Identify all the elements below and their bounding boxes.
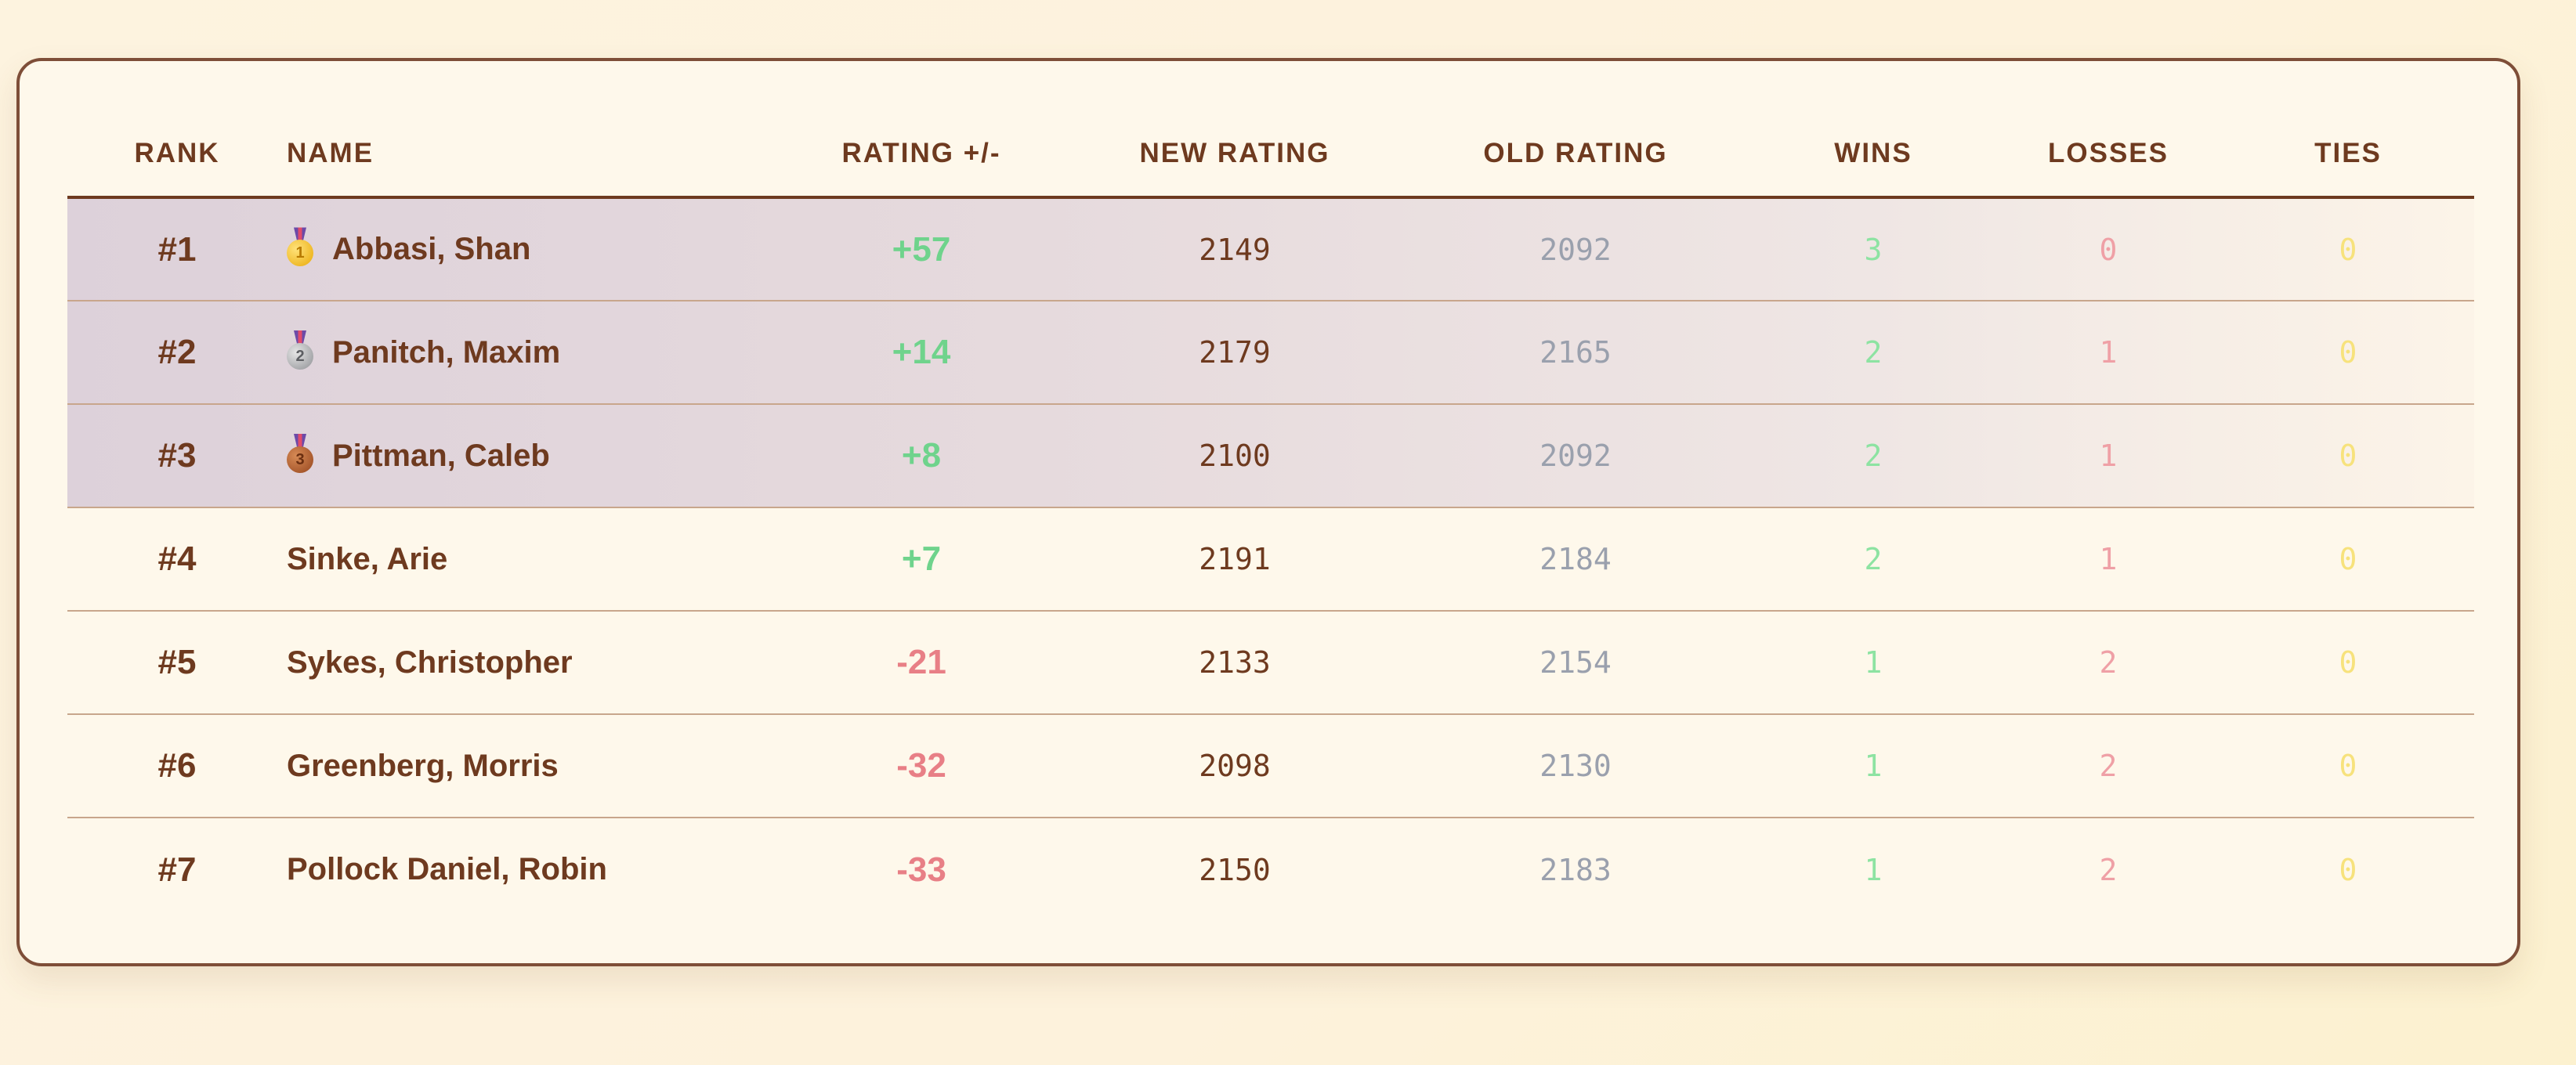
rank-cell: #1: [67, 197, 287, 301]
old-rating-cell: 2154: [1399, 611, 1752, 715]
leaderboard-table: RANK NAME RATING +/- NEW RATING OLD RATI…: [67, 61, 2474, 921]
ties-cell: 0: [2222, 404, 2474, 508]
player-name: Abbasi, Shan: [332, 232, 531, 266]
rank-cell: #3: [67, 404, 287, 508]
wins-cell: 2: [1752, 301, 1995, 405]
ties-cell: 0: [2222, 611, 2474, 715]
name-cell: Sykes, Christopher: [287, 611, 772, 715]
header-name[interactable]: NAME: [287, 61, 772, 199]
bronze-medal-icon: 3: [287, 433, 313, 473]
silver-medal-icon: 2: [287, 330, 313, 370]
wins-cell: 1: [1752, 714, 1995, 818]
leaderboard-card: RANK NAME RATING +/- NEW RATING OLD RATI…: [16, 58, 2520, 966]
name-cell: 2 Panitch, Maxim: [287, 301, 772, 405]
player-name: Pittman, Caleb: [332, 438, 550, 473]
header-rank[interactable]: RANK: [67, 61, 287, 199]
table-row[interactable]: #3 3 Pittman, Caleb +8 2100 2092 2 1 0: [67, 404, 2474, 508]
old-rating-cell: 2130: [1399, 714, 1752, 818]
rank-cell: #6: [67, 714, 287, 818]
rating-delta-cell: +14: [772, 301, 1070, 405]
new-rating-cell: 2098: [1070, 714, 1399, 818]
rank-cell: #7: [157, 850, 197, 889]
rating-delta-cell: +8: [772, 404, 1070, 508]
ties-cell: 0: [2222, 507, 2474, 612]
wins-cell: 1: [1864, 852, 1883, 887]
header-new-rating[interactable]: NEW RATING: [1070, 61, 1399, 199]
table-row[interactable]: #7 Pollock Daniel, Robin -33 2150 2183 1 2 0: [67, 818, 2474, 921]
player-name: Greenberg, Morris: [287, 748, 559, 783]
new-rating-cell: 2179: [1070, 301, 1399, 405]
new-rating-cell: 2191: [1070, 507, 1399, 612]
table-row[interactable]: #5 Sykes, Christopher -21 2133 2154 1 2 0: [67, 611, 2474, 715]
header-losses[interactable]: LOSSES: [1995, 61, 2222, 199]
losses-cell: 0: [1995, 197, 2222, 301]
header-rating-delta[interactable]: RATING +/-: [772, 61, 1070, 199]
new-rating-cell: 2149: [1070, 197, 1399, 301]
name-cell: 1 Abbasi, Shan: [287, 197, 772, 301]
old-rating-cell: 2165: [1399, 301, 1752, 405]
player-name: Panitch, Maxim: [332, 334, 561, 370]
header-wins[interactable]: WINS: [1752, 61, 1995, 199]
table-header-row: RANK NAME RATING +/- NEW RATING OLD RATI…: [67, 61, 2474, 199]
wins-cell: 1: [1752, 611, 1995, 715]
header-old-rating[interactable]: OLD RATING: [1399, 61, 1752, 199]
rank-cell: #2: [67, 301, 287, 405]
rating-delta-cell: -33: [896, 850, 946, 889]
new-rating-cell: 2150: [1199, 852, 1271, 887]
name-cell: 3 Pittman, Caleb: [287, 404, 772, 508]
losses-cell: 1: [1995, 507, 2222, 612]
name-cell: Sinke, Arie: [287, 507, 772, 612]
name-cell: Greenberg, Morris: [287, 714, 772, 818]
medal-disc: 3: [287, 446, 313, 473]
rating-delta-cell: +57: [772, 197, 1070, 301]
losses-cell: 1: [1995, 301, 2222, 405]
table-row[interactable]: #2 2 Panitch, Maxim +14 2179 2165 2 1 0: [67, 301, 2474, 405]
old-rating-cell: 2092: [1399, 404, 1752, 508]
rating-delta-cell: +7: [772, 507, 1070, 612]
losses-cell: 2: [1995, 611, 2222, 715]
rating-delta-cell: -21: [772, 611, 1070, 715]
player-name: Pollock Daniel, Robin: [287, 852, 607, 886]
gold-medal-icon: 1: [287, 227, 313, 267]
table-row[interactable]: #4 Sinke, Arie +7 2191 2184 2 1 0: [67, 507, 2474, 612]
table-row[interactable]: #1 1 Abbasi, Shan +57 2149 2092 3 0 0: [67, 197, 2474, 301]
new-rating-cell: 2133: [1070, 611, 1399, 715]
player-name: Sinke, Arie: [287, 541, 448, 576]
ties-cell: 0: [2222, 197, 2474, 301]
new-rating-cell: 2100: [1070, 404, 1399, 508]
player-name: Sykes, Christopher: [287, 644, 573, 680]
rank-cell: #4: [67, 507, 287, 612]
name-cell: Pollock Daniel, Robin: [287, 818, 772, 921]
header-ties[interactable]: TIES: [2222, 61, 2474, 199]
table-row[interactable]: #6 Greenberg, Morris -32 2098 2130 1 2 0: [67, 714, 2474, 818]
medal-disc: 1: [287, 240, 313, 267]
losses-cell: 1: [1995, 404, 2222, 508]
old-rating-cell: 2184: [1399, 507, 1752, 612]
wins-cell: 2: [1752, 404, 1995, 508]
losses-cell: 2: [1995, 714, 2222, 818]
rating-delta-cell: -32: [772, 714, 1070, 818]
rank-cell: #5: [67, 611, 287, 715]
wins-cell: 2: [1752, 507, 1995, 612]
ties-cell: 0: [2339, 852, 2357, 887]
ties-cell: 0: [2222, 301, 2474, 405]
old-rating-cell: 2183: [1539, 852, 1612, 887]
losses-cell: 2: [2099, 852, 2118, 887]
wins-cell: 3: [1752, 197, 1995, 301]
ties-cell: 0: [2222, 714, 2474, 818]
old-rating-cell: 2092: [1399, 197, 1752, 301]
table-body: #1 1 Abbasi, Shan +57 2149 2092 3 0 0 #2 2 Panitch,…: [67, 197, 2474, 921]
medal-disc: 2: [287, 342, 313, 370]
